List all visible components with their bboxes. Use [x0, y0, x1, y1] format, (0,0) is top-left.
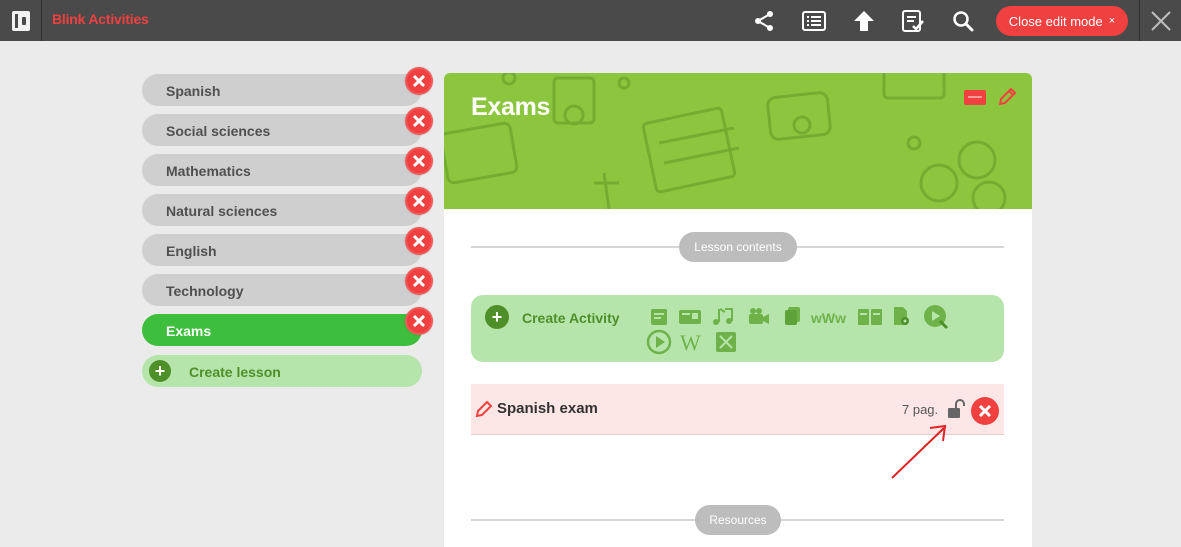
close-icon: [413, 235, 425, 247]
upload-arrow-icon: [854, 11, 874, 31]
video-camera-icon[interactable]: [747, 307, 771, 327]
file-settings-icon[interactable]: [891, 306, 911, 326]
list-icon: [802, 11, 826, 31]
web-link-icon[interactable]: wWw: [811, 308, 849, 328]
share-button[interactable]: [751, 8, 777, 34]
delete-exam-button[interactable]: [971, 397, 999, 425]
share-icon: [755, 11, 773, 31]
create-lesson-button[interactable]: + Create lesson: [142, 355, 422, 387]
close-icon: [413, 195, 425, 207]
close-window-button[interactable]: [1148, 8, 1174, 34]
close-icon: [413, 315, 425, 327]
exam-title[interactable]: Spanish exam: [497, 400, 598, 417]
svg-text:W: W: [680, 331, 701, 353]
close-icon: [413, 155, 425, 167]
delete-lesson-button[interactable]: [405, 147, 433, 175]
book-icon[interactable]: [857, 307, 883, 327]
lesson-label: English: [166, 243, 217, 259]
document-icon[interactable]: [649, 307, 669, 327]
close-edit-mode-button[interactable]: Close edit mode ×: [996, 6, 1128, 36]
interactive-video-icon[interactable]: [922, 303, 950, 331]
create-activity-panel: + Create Activity wWw W: [471, 295, 1004, 362]
upload-button[interactable]: [851, 8, 877, 34]
svg-text:wWw: wWw: [811, 310, 846, 326]
delete-lesson-button[interactable]: [405, 267, 433, 295]
create-activity-button[interactable]: Create Activity: [522, 310, 620, 326]
delete-lesson-button[interactable]: [405, 187, 433, 215]
edit-pencil-icon[interactable]: [997, 87, 1017, 107]
page-count: 7 pag.: [902, 402, 939, 417]
index-button[interactable]: [801, 8, 827, 34]
list-item[interactable]: Spanish exam 7 pag.: [471, 384, 1004, 434]
divider: [1139, 0, 1140, 41]
create-lesson-label: Create lesson: [189, 364, 281, 380]
close-icon: [413, 275, 425, 287]
lesson-label: Mathematics: [166, 163, 251, 179]
music-icon[interactable]: [711, 306, 737, 326]
lesson-social-sciences[interactable]: Social sciences: [142, 114, 422, 146]
delete-lesson-button[interactable]: [405, 67, 433, 95]
flag-icon[interactable]: [964, 90, 986, 105]
plus-icon[interactable]: +: [485, 305, 509, 329]
close-icon: [413, 115, 425, 127]
delete-lesson-button[interactable]: [405, 307, 433, 335]
lesson-label: Exams: [166, 323, 212, 339]
play-circle-icon[interactable]: [646, 329, 672, 355]
close-small-icon: ×: [1108, 15, 1116, 27]
lesson-label: Spanish: [166, 83, 221, 99]
lesson-label: Technology: [166, 283, 244, 299]
resources-label: Resources: [695, 505, 781, 535]
app-menu-button[interactable]: [0, 0, 42, 41]
lesson-technology[interactable]: Technology: [142, 274, 422, 306]
delete-lesson-button[interactable]: [405, 107, 433, 135]
lesson-panel: Exams Lesson contents + Create Activity …: [444, 73, 1032, 547]
plus-icon: +: [149, 360, 171, 382]
lesson-title: Exams: [471, 93, 551, 121]
presentation-icon[interactable]: [678, 307, 702, 327]
lesson-english[interactable]: English: [142, 234, 422, 266]
search-button[interactable]: [950, 8, 976, 34]
edit-pencil-icon[interactable]: [475, 400, 493, 418]
lesson-exams[interactable]: Exams: [142, 314, 422, 346]
unlock-icon[interactable]: [947, 399, 965, 419]
close-icon: [413, 75, 425, 87]
lesson-header-banner: Exams: [444, 73, 1032, 209]
book-icon: [11, 10, 30, 31]
app-title: Blink Activities: [52, 11, 149, 27]
wikipedia-icon[interactable]: W: [679, 331, 705, 353]
tasks-icon: [902, 10, 924, 32]
delete-lesson-button[interactable]: [405, 227, 433, 255]
lesson-label: Social sciences: [166, 123, 271, 139]
top-bar: Blink Activities Close edit mode ×: [0, 0, 1181, 41]
close-edit-mode-label: Close edit mode: [1008, 13, 1103, 29]
close-icon: [1151, 11, 1171, 31]
search-icon: [953, 11, 974, 32]
tasks-button[interactable]: [900, 8, 926, 34]
lesson-mathematics[interactable]: Mathematics: [142, 154, 422, 186]
lesson-natural-sciences[interactable]: Natural sciences: [142, 194, 422, 226]
lesson-label: Natural sciences: [166, 203, 278, 219]
puzzle-icon[interactable]: [715, 331, 737, 353]
lesson-contents-label: Lesson contents: [679, 232, 797, 262]
close-icon: [979, 405, 991, 417]
row-divider: [471, 434, 1004, 435]
files-icon[interactable]: [783, 306, 803, 326]
lesson-spanish[interactable]: Spanish: [142, 74, 422, 106]
